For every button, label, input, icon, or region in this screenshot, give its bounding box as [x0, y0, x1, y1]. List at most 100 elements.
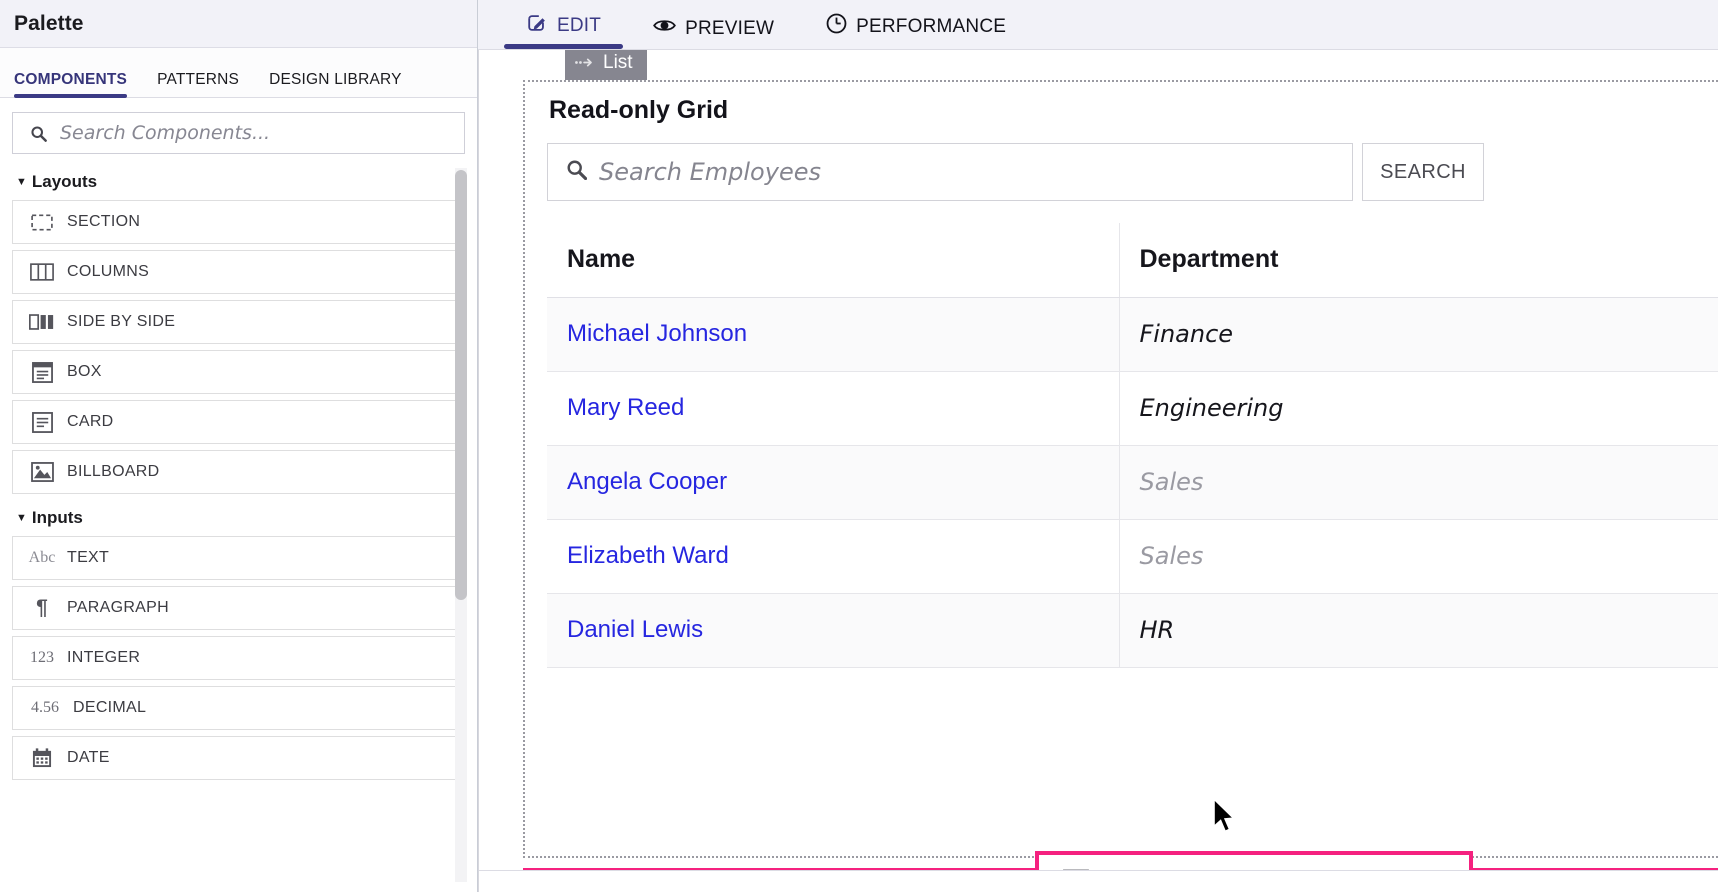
editor-pane: EDIT PREVIEW PERFORMANCE List Read-only … [478, 0, 1718, 892]
column-header-department[interactable]: Department [1119, 223, 1718, 298]
palette-item-columns-label: COLUMNS [67, 263, 150, 280]
employee-search-row: Search Employees SEARCH [547, 143, 1718, 201]
palette-item-billboard[interactable]: BILLBOARD [12, 450, 465, 494]
tab-edit[interactable]: EDIT [500, 12, 627, 49]
palette-item-date-label: DATE [67, 749, 110, 766]
palette-item-decimal-label: DECIMAL [73, 699, 147, 716]
abc-icon: Abc [28, 549, 56, 566]
clock-icon [826, 13, 847, 40]
eye-icon [653, 17, 676, 40]
search-employees-placeholder: Search Employees [599, 158, 821, 186]
palette-item-integer-label: INTEGER [67, 649, 141, 666]
sidebar-scrollbar-thumb[interactable] [455, 170, 467, 600]
tab-design-library-label: DESIGN LIBRARY [269, 71, 402, 88]
search-icon [25, 125, 51, 142]
employee-grid: Name Department Michael Johnson Finance … [547, 223, 1718, 668]
cell-name: Daniel Lewis [547, 593, 1120, 668]
employee-link[interactable]: Mary Reed [567, 394, 684, 421]
table-row[interactable]: Daniel Lewis HR [547, 593, 1718, 668]
department-value: Finance [1139, 320, 1234, 348]
palette-item-text-label: TEXT [67, 549, 110, 566]
grid-body: Michael Johnson Finance Mary Reed Engine… [547, 297, 1718, 668]
department-value: Sales [1139, 468, 1204, 496]
card-icon [29, 411, 55, 433]
edit-pencil-icon [526, 12, 548, 40]
palette-item-text[interactable]: Abc TEXT [12, 536, 465, 580]
search-components-input[interactable]: Search Components... [12, 112, 465, 154]
integer-icon: 123 [30, 649, 54, 666]
palette-item-paragraph-label: PARAGRAPH [67, 599, 169, 616]
department-value: Engineering [1139, 394, 1284, 422]
palette-tabbar: COMPONENTS PATTERNS DESIGN LIBRARY [0, 48, 477, 98]
cell-department: HR [1119, 593, 1718, 668]
table-row[interactable]: Elizabeth Ward Sales [547, 519, 1718, 594]
grid-title: Read-only Grid [549, 96, 729, 124]
side-by-side-icon [29, 314, 55, 330]
list-component-container[interactable]: List Read-only Grid Search Employees SEA… [523, 50, 1718, 858]
app-root: Palette COMPONENTS PATTERNS DESIGN LIBRA… [0, 0, 1718, 892]
group-header-layouts[interactable]: ▼ Layouts [12, 164, 465, 200]
grid-head: Name Department [547, 223, 1718, 298]
cell-department: Engineering [1119, 371, 1718, 446]
image-icon [29, 462, 55, 482]
tab-patterns[interactable]: PATTERNS [157, 71, 239, 97]
tab-performance-label: PERFORMANCE [856, 15, 1007, 37]
cell-name: Angela Cooper [547, 445, 1120, 520]
palette-item-side-by-side-label: SIDE BY SIDE [67, 313, 176, 330]
palette-item-date[interactable]: DATE [12, 736, 465, 780]
pilcrow-icon: ¶ [36, 596, 48, 619]
design-canvas[interactable]: List Read-only Grid Search Employees SEA… [478, 50, 1718, 892]
palette-scroll-area[interactable]: ▼ Layouts SECTION COLUMNS SIDE BY SIDE B… [0, 164, 477, 892]
tab-preview-label: PREVIEW [685, 17, 775, 39]
dashed-rectangle-icon [29, 214, 55, 231]
employee-link[interactable]: Daniel Lewis [567, 616, 703, 643]
table-row[interactable]: Angela Cooper Sales [547, 445, 1718, 520]
mouse-cursor-icon [1212, 797, 1238, 841]
grid-header-row: Name Department [547, 223, 1718, 298]
table-row[interactable]: Michael Johnson Finance [547, 297, 1718, 372]
palette-item-columns[interactable]: COLUMNS [12, 250, 465, 294]
palette-item-billboard-label: BILLBOARD [67, 463, 160, 480]
cell-department: Sales [1119, 519, 1718, 594]
department-value: Sales [1139, 542, 1204, 570]
cell-name: Mary Reed [547, 371, 1120, 446]
chevron-down-icon: ▼ [16, 511, 27, 524]
palette-item-integer[interactable]: 123 INTEGER [12, 636, 465, 680]
tab-design-library[interactable]: DESIGN LIBRARY [269, 71, 402, 97]
cell-name: Elizabeth Ward [547, 519, 1120, 594]
tab-patterns-label: PATTERNS [157, 71, 240, 88]
employee-link[interactable]: Angela Cooper [567, 468, 727, 495]
tab-preview[interactable]: PREVIEW [627, 17, 800, 49]
columns-icon [29, 263, 55, 281]
palette-item-card-label: CARD [67, 413, 114, 430]
palette-header: Palette [0, 0, 477, 48]
search-employees-input[interactable]: Search Employees [547, 143, 1353, 201]
palette-item-decimal[interactable]: 4.56 DECIMAL [12, 686, 465, 730]
group-header-inputs-label: Inputs [31, 508, 83, 527]
canvas-bottom-strip [479, 870, 1718, 892]
palette-item-section[interactable]: SECTION [12, 200, 465, 244]
component-badge-list[interactable]: List [565, 50, 647, 80]
column-header-name[interactable]: Name [547, 223, 1120, 298]
group-header-inputs[interactable]: ▼ Inputs [12, 500, 465, 536]
decimal-icon: 4.56 [31, 699, 59, 716]
tab-components[interactable]: COMPONENTS [14, 71, 128, 98]
tab-performance[interactable]: PERFORMANCE [800, 13, 1032, 49]
palette-item-paragraph[interactable]: ¶ PARAGRAPH [12, 586, 465, 630]
palette-item-card[interactable]: CARD [12, 400, 465, 444]
cell-department: Finance [1119, 297, 1718, 372]
chevron-down-icon: ▼ [16, 175, 27, 188]
palette-item-box-label: BOX [67, 363, 102, 380]
palette-item-box[interactable]: BOX [12, 350, 465, 394]
search-button[interactable]: SEARCH [1362, 143, 1484, 201]
cell-name: Michael Johnson [547, 297, 1120, 372]
cell-department: Sales [1119, 445, 1718, 520]
table-row[interactable]: Mary Reed Engineering [547, 371, 1718, 446]
employee-link[interactable]: Michael Johnson [567, 320, 747, 347]
palette-item-side-by-side[interactable]: SIDE BY SIDE [12, 300, 465, 344]
search-components-placeholder: Search Components... [60, 122, 271, 144]
page-title: Palette [14, 11, 84, 35]
dotted-arrow-icon [575, 52, 595, 74]
palette-sidebar: Palette COMPONENTS PATTERNS DESIGN LIBRA… [0, 0, 478, 892]
employee-link[interactable]: Elizabeth Ward [567, 542, 729, 569]
